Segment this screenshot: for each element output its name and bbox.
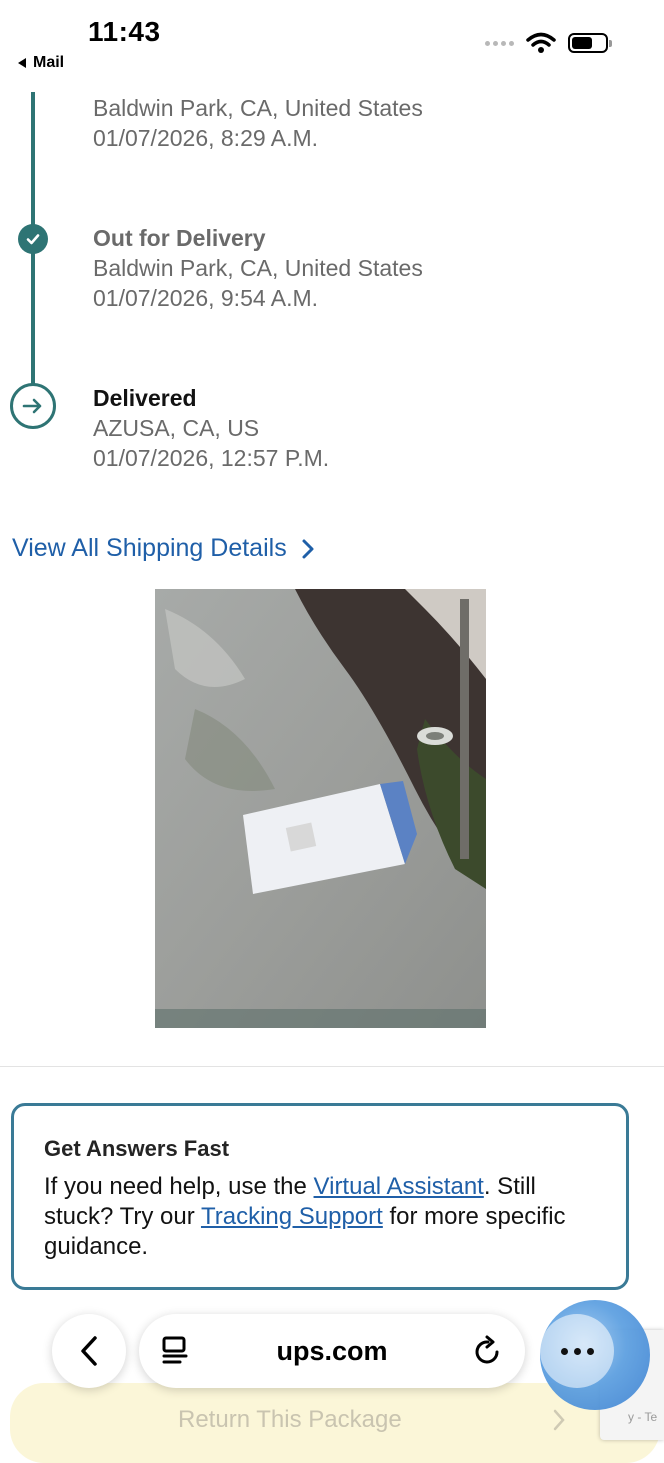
- wifi-icon: [526, 32, 556, 53]
- timeline-event-3: Delivered AZUSA, CA, US 01/07/2026, 12:5…: [93, 383, 329, 473]
- event-location: AZUSA, CA, US: [93, 415, 260, 441]
- status-indicators: [485, 32, 612, 54]
- dot-icon: [560, 1347, 568, 1355]
- chevron-left-icon: [81, 1336, 97, 1366]
- cellular-signal-icon: [485, 40, 514, 46]
- help-text-1: If you need help, use the: [44, 1173, 314, 1200]
- chevron-right-icon: [302, 539, 314, 558]
- timeline-event-1: Baldwin Park, CA, United States 01/07/20…: [93, 93, 423, 153]
- back-app-label: Mail: [33, 54, 65, 71]
- event-status: Delivered: [93, 385, 197, 411]
- event-location: Baldwin Park, CA, United States: [93, 95, 423, 121]
- back-triangle-icon: [18, 58, 26, 68]
- dot-icon: [573, 1347, 581, 1355]
- status-time: 11:43: [88, 16, 161, 47]
- event-status: Out for Delivery: [93, 225, 266, 251]
- return-chevron-right-icon: [553, 1409, 565, 1431]
- event-datetime: 01/07/2026, 9:54 A.M.: [93, 285, 319, 311]
- return-package-label: Return This Package: [178, 1406, 402, 1433]
- help-card-body: If you need help, use the Virtual Assist…: [44, 1172, 604, 1262]
- recaptcha-text: y - Te: [628, 1410, 658, 1424]
- reload-icon[interactable]: [473, 1335, 503, 1367]
- more-options-button[interactable]: [540, 1314, 614, 1388]
- details-link-label: View All Shipping Details: [12, 534, 287, 562]
- url-text[interactable]: ups.com: [139, 1336, 525, 1367]
- timeline-event-2: Out for Delivery Baldwin Park, CA, Unite…: [93, 223, 423, 313]
- arrow-right-circle-icon: [10, 383, 56, 429]
- view-all-shipping-details-link[interactable]: View All Shipping Details: [12, 534, 315, 563]
- address-bar[interactable]: ups.com: [139, 1314, 525, 1388]
- virtual-assistant-link[interactable]: Virtual Assistant: [314, 1173, 484, 1200]
- back-to-mail-link[interactable]: Mail: [18, 54, 64, 72]
- dot-icon: [586, 1347, 594, 1355]
- section-divider: [0, 1066, 664, 1067]
- event-datetime: 01/07/2026, 12:57 P.M.: [93, 445, 330, 471]
- tracking-support-link[interactable]: Tracking Support: [201, 1203, 383, 1230]
- event-datetime: 01/07/2026, 8:29 A.M.: [93, 125, 319, 151]
- help-card-title: Get Answers Fast: [44, 1136, 230, 1161]
- event-location: Baldwin Park, CA, United States: [93, 255, 423, 281]
- check-circle-icon: [18, 224, 48, 254]
- battery-icon: [568, 33, 612, 53]
- browser-back-button[interactable]: [52, 1314, 126, 1388]
- help-card: Get Answers Fast If you need help, use t…: [11, 1103, 629, 1290]
- delivery-photo[interactable]: [155, 589, 486, 1028]
